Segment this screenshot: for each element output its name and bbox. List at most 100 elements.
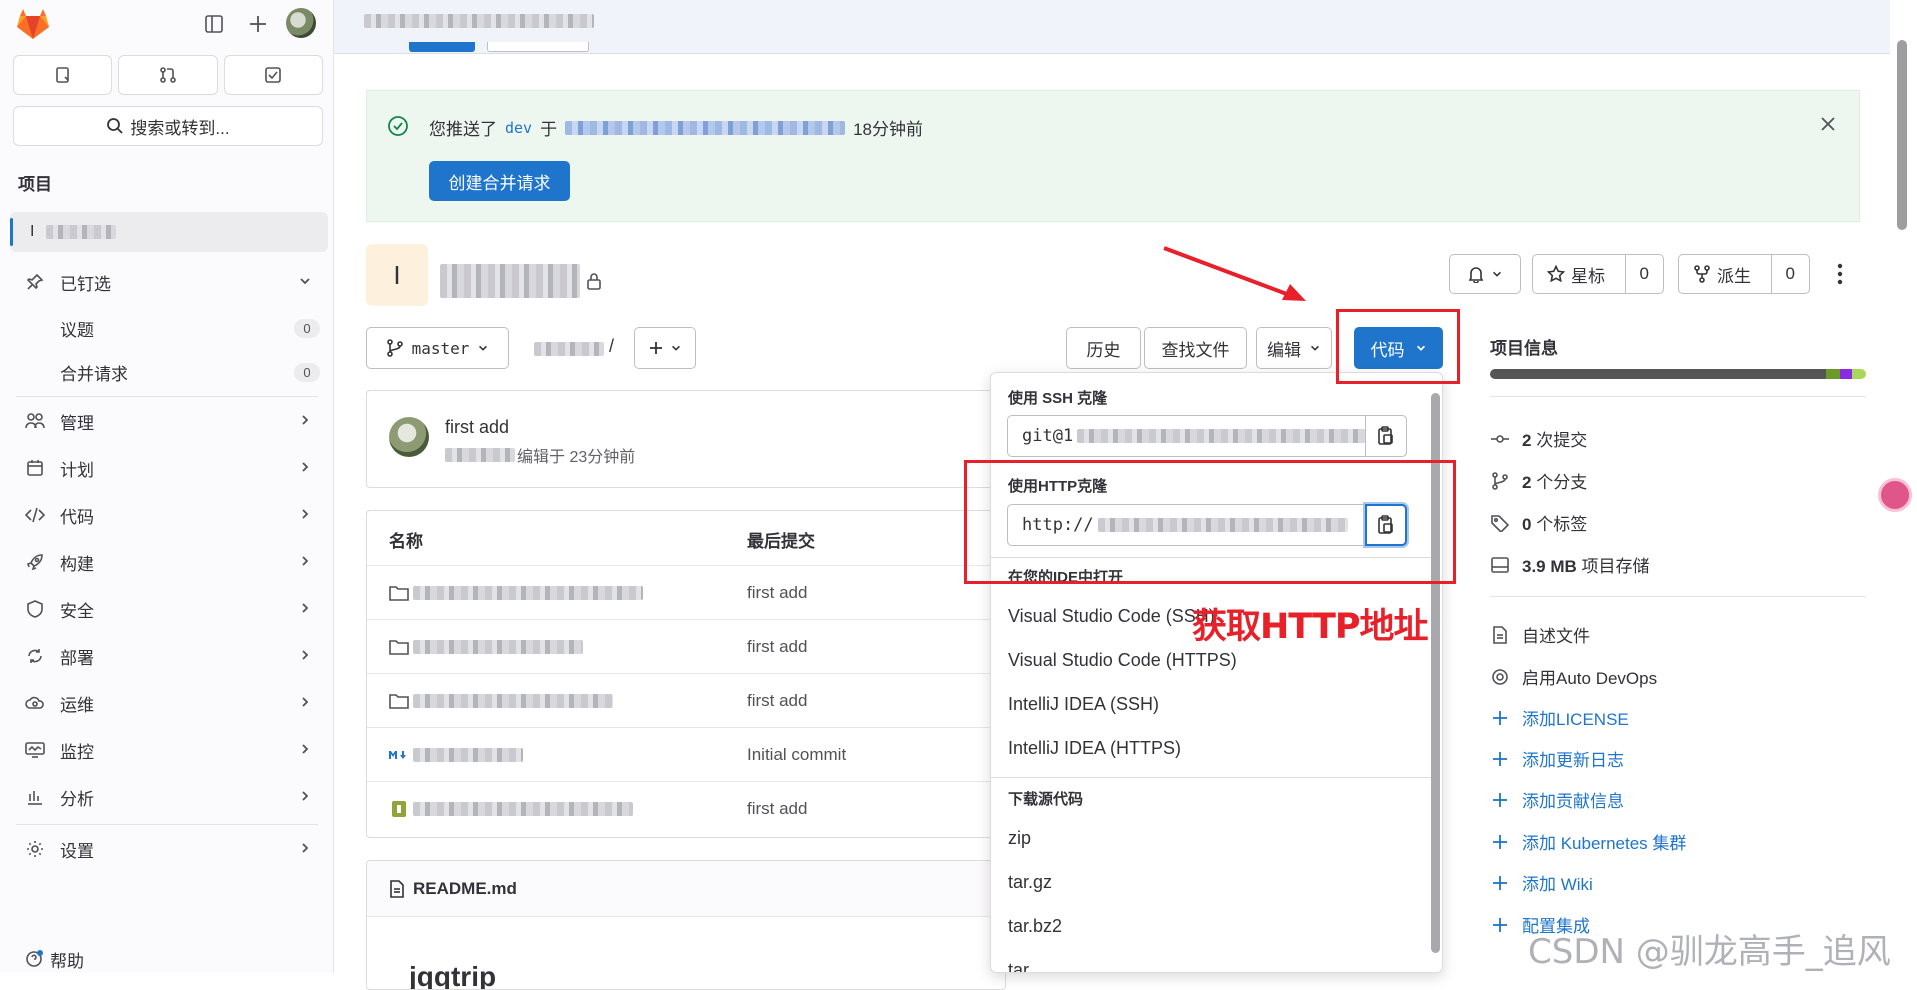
- add-wiki-link[interactable]: 添加 Wiki: [1490, 870, 1593, 895]
- sidebar-item-merge-requests[interactable]: 合并请求 0: [60, 360, 320, 385]
- add-license-label: 添加LICENSE: [1522, 710, 1629, 729]
- row-last-commit[interactable]: first add: [747, 583, 807, 603]
- sidebar-item-pinned[interactable]: 已钉选: [10, 262, 328, 302]
- sidebar-item-code[interactable]: 代码: [10, 495, 328, 535]
- stat-storage[interactable]: 3.9 MB 项目存储: [1490, 552, 1650, 577]
- breadcrumb-redacted[interactable]: [364, 14, 594, 28]
- star-button[interactable]: 星标 0: [1532, 254, 1664, 294]
- partial-button[interactable]: [409, 42, 475, 52]
- commit-author-redacted[interactable]: [445, 448, 515, 462]
- gitlab-logo-icon[interactable]: [16, 8, 50, 40]
- sidebar-item-monitor[interactable]: 监控: [10, 730, 328, 770]
- floating-helper-icon[interactable]: [1878, 478, 1912, 512]
- close-icon[interactable]: [1819, 115, 1837, 133]
- plus-icon: [650, 342, 662, 354]
- ssh-url-prefix: git@1: [1022, 426, 1074, 446]
- file-name-redacted[interactable]: [413, 801, 633, 816]
- sidebar-item-plan[interactable]: 计划: [10, 448, 328, 488]
- search-button[interactable]: 搜索或转到...: [13, 106, 323, 146]
- enable-auto-devops-link[interactable]: 启用Auto DevOps: [1490, 664, 1657, 689]
- file-name-redacted[interactable]: [413, 585, 643, 600]
- partial-button[interactable]: [487, 42, 589, 52]
- sidebar-item-operate[interactable]: 运维: [10, 683, 328, 723]
- sidebar-item-build[interactable]: 构建: [10, 542, 328, 582]
- stat-commits[interactable]: 2 次提交: [1490, 426, 1587, 451]
- table-row[interactable]: Initial commit: [367, 727, 1005, 781]
- add-contributing-link[interactable]: 添加贡献信息: [1490, 787, 1624, 812]
- table-row[interactable]: first add: [367, 619, 1005, 673]
- ide-intellij-https[interactable]: IntelliJ IDEA (HTTPS): [1008, 738, 1181, 759]
- file-name-redacted[interactable]: [413, 747, 523, 762]
- commit-author-avatar[interactable]: [389, 417, 429, 457]
- ssh-clone-url-field[interactable]: git@1: [1007, 415, 1407, 457]
- merge-requests-tab[interactable]: [118, 55, 218, 95]
- branch-icon: [386, 339, 403, 357]
- row-last-commit[interactable]: Initial commit: [747, 745, 846, 765]
- create-mr-label: 创建合并请求: [448, 173, 551, 193]
- ide-vscode-ssh[interactable]: Visual Studio Code (SSH): [1008, 606, 1215, 627]
- plus-icon: [1493, 792, 1507, 807]
- help-button[interactable]: 帮助: [10, 944, 328, 974]
- row-last-commit[interactable]: first add: [747, 799, 807, 819]
- sidebar-current-project[interactable]: I: [10, 212, 328, 252]
- readme-title[interactable]: README.md: [413, 879, 517, 899]
- sidebar-item-label: 安全: [60, 601, 94, 621]
- assigned-issues-tab[interactable]: [13, 55, 113, 95]
- branch-count: 2: [1522, 473, 1532, 492]
- file-name-redacted[interactable]: [413, 693, 613, 708]
- ide-vscode-https[interactable]: Visual Studio Code (HTTPS): [1008, 650, 1237, 671]
- find-file-button[interactable]: 查找文件: [1144, 327, 1247, 369]
- ide-intellij-ssh[interactable]: IntelliJ IDEA (SSH): [1008, 694, 1159, 715]
- more-actions-icon[interactable]: [1836, 262, 1844, 286]
- create-merge-request-button[interactable]: 创建合并请求: [429, 161, 570, 201]
- file-name-redacted[interactable]: [413, 639, 583, 654]
- new-item-icon[interactable]: [248, 14, 268, 34]
- tag-icon: [1491, 514, 1510, 532]
- table-row[interactable]: first add: [367, 673, 1005, 727]
- sidebar-item-analyze[interactable]: 分析: [10, 777, 328, 817]
- stat-branches[interactable]: 2 个分支: [1490, 468, 1587, 493]
- download-zip[interactable]: zip: [1008, 828, 1031, 849]
- fork-button[interactable]: 派生 0: [1678, 254, 1810, 294]
- row-last-commit[interactable]: first add: [747, 637, 807, 657]
- download-tar[interactable]: tar: [1008, 960, 1029, 972]
- sidebar-item-label: 管理: [60, 413, 94, 433]
- todo-tab[interactable]: [223, 55, 323, 95]
- branch-label: 个分支: [1536, 473, 1588, 492]
- push-project-link-redacted[interactable]: [565, 120, 846, 135]
- commit-message-link[interactable]: first add: [445, 417, 509, 438]
- user-avatar[interactable]: [286, 8, 316, 38]
- add-changelog-link[interactable]: 添加更新日志: [1490, 746, 1624, 771]
- sidebar-toggle-icon[interactable]: [204, 14, 224, 34]
- repo-path-redacted[interactable]: [534, 342, 604, 356]
- push-middle: 于: [540, 120, 558, 139]
- add-to-tree-dropdown[interactable]: [634, 327, 696, 369]
- edit-dropdown[interactable]: 编辑: [1256, 327, 1332, 369]
- mr-count-badge: 0: [294, 363, 320, 382]
- gear-icon: [1492, 668, 1508, 685]
- table-row[interactable]: first add: [367, 565, 1005, 619]
- add-license-link[interactable]: 添加LICENSE: [1490, 705, 1629, 730]
- copy-ssh-url-button[interactable]: [1365, 415, 1407, 457]
- branch-selector[interactable]: master: [366, 327, 509, 369]
- sidebar-item-settings[interactable]: 设置: [10, 829, 328, 869]
- add-kubernetes-link[interactable]: 添加 Kubernetes 集群: [1490, 829, 1686, 854]
- star-count: 0: [1639, 264, 1649, 283]
- download-tar-gz[interactable]: tar.gz: [1008, 872, 1052, 893]
- page-scrollbar[interactable]: [1897, 40, 1907, 230]
- row-last-commit[interactable]: first add: [747, 691, 807, 711]
- stat-tags[interactable]: 0 个标签: [1490, 510, 1587, 535]
- code-icon: [25, 507, 45, 523]
- sidebar-item-issues[interactable]: 议题 0: [60, 316, 320, 341]
- sidebar-item-manage[interactable]: 管理: [10, 401, 328, 441]
- table-row[interactable]: first add: [367, 781, 1005, 835]
- sidebar-item-security[interactable]: 安全: [10, 589, 328, 629]
- chevron-right-icon: [302, 603, 309, 613]
- history-button[interactable]: 历史: [1066, 327, 1141, 369]
- sidebar-item-label: 构建: [60, 554, 94, 574]
- readme-link[interactable]: 自述文件: [1490, 622, 1590, 647]
- sidebar-item-deploy[interactable]: 部署: [10, 636, 328, 676]
- push-branch-link[interactable]: dev: [505, 119, 532, 137]
- notification-dropdown[interactable]: [1449, 254, 1521, 294]
- download-tar-bz2[interactable]: tar.bz2: [1008, 916, 1062, 937]
